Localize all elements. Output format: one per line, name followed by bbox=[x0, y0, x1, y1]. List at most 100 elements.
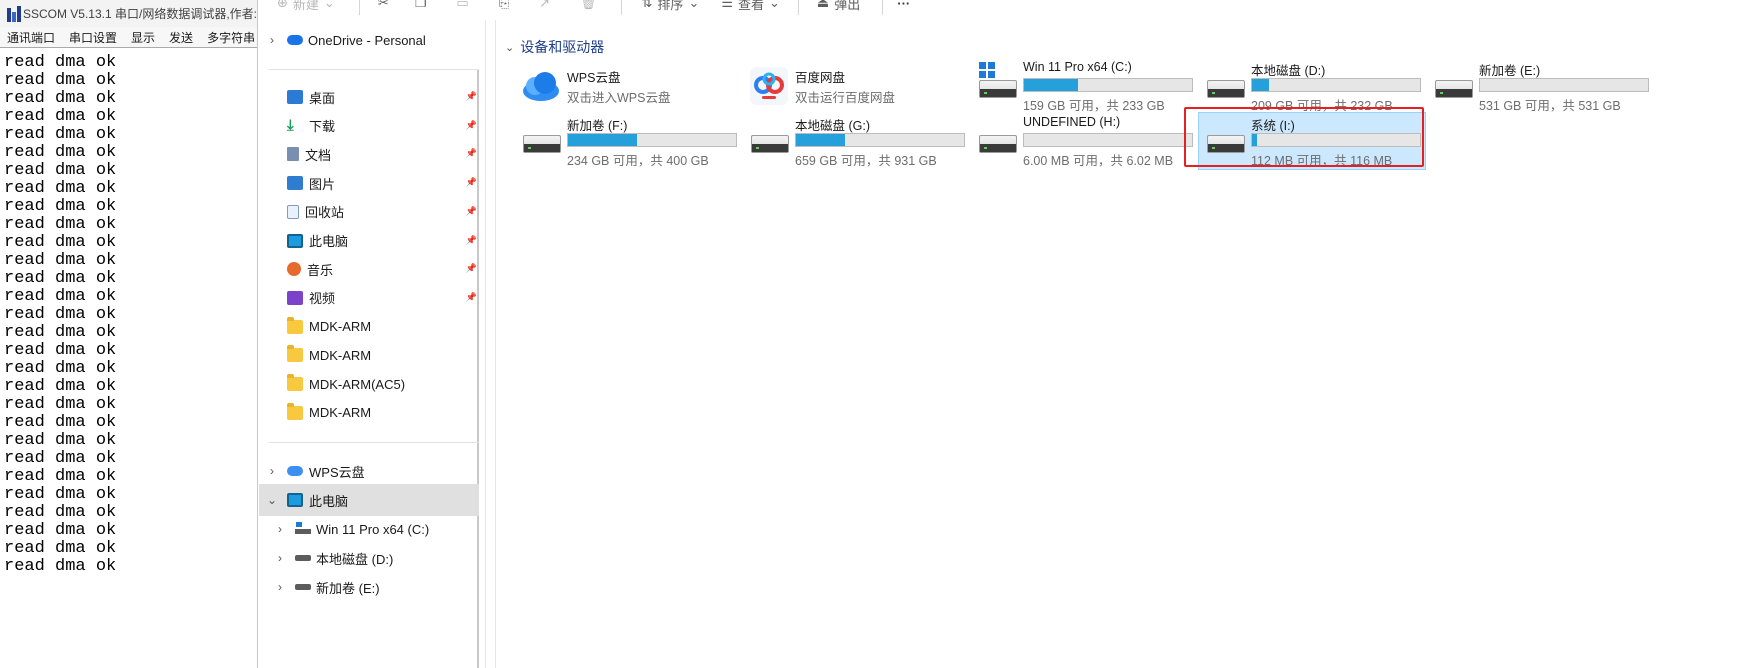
quick-access-label: 回收站 bbox=[305, 205, 345, 221]
drive-tile[interactable]: UNDEFINED (H:) 6.00 MB 可用，共 6.02 MB bbox=[971, 113, 1197, 169]
drive-tile[interactable]: 新加卷 (E:) 531 GB 可用，共 531 GB bbox=[1427, 58, 1653, 114]
chevron-right-icon: › bbox=[270, 33, 274, 47]
scissors-icon: ✂ bbox=[377, 0, 389, 10]
tile-subtitle: 双击进入WPS云盘 bbox=[567, 91, 671, 105]
nav-drive-c[interactable]: › Win 11 Pro x64 (C:) bbox=[259, 513, 479, 545]
serial-receive-area[interactable]: read dma ok read dma ok read dma ok read dm… bbox=[0, 52, 257, 668]
wps-cloud-tile[interactable]: WPS云盘 双击进入WPS云盘 bbox=[515, 58, 741, 114]
command-bar: ⊕ 新建 ⌄ ✂ ❐ ▭ ⎘ ↗ 🗑 ⇅ 排序 ⌄ ☰ 查看 ⌄ ⏏ 弹出 ··… bbox=[259, 0, 1747, 20]
quick-access-item[interactable]: 音乐 📌 bbox=[259, 253, 479, 285]
quick-access-item[interactable]: MDK-ARM(AC5) bbox=[259, 368, 479, 400]
serial-output-line: read dma ok bbox=[4, 449, 117, 468]
folder-icon bbox=[287, 316, 303, 334]
this-pc-icon bbox=[287, 493, 303, 507]
windows-drive-icon bbox=[295, 522, 311, 536]
serial-output-line: read dma ok bbox=[4, 377, 117, 396]
quick-access-label: MDK-ARM bbox=[309, 319, 372, 335]
menu-send[interactable]: 发送 bbox=[162, 29, 200, 46]
folder-icon bbox=[287, 402, 303, 420]
new-button[interactable]: ⊕ 新建 ⌄ bbox=[277, 0, 335, 13]
eject-button[interactable]: ⏏ 弹出 bbox=[817, 0, 860, 13]
drive-tile[interactable]: 本地磁盘 (D:) 209 GB 可用，共 232 GB bbox=[1199, 58, 1425, 114]
drive-tile[interactable]: Win 11 Pro x64 (C:) 159 GB 可用，共 233 GB bbox=[971, 58, 1197, 114]
serial-output-line: read dma ok bbox=[4, 305, 117, 324]
drive-free-space: 659 GB 可用，共 931 GB bbox=[795, 154, 937, 168]
quick-access-item[interactable]: 桌面 📌 bbox=[259, 81, 479, 113]
download-icon: ⤓ bbox=[287, 116, 294, 134]
drive-free-space: 234 GB 可用，共 400 GB bbox=[567, 154, 709, 168]
copy-button[interactable]: ❐ bbox=[415, 0, 427, 13]
serial-output-line: read dma ok bbox=[4, 107, 117, 126]
drive-icon bbox=[977, 121, 1017, 161]
sort-label: 排序 bbox=[657, 0, 684, 12]
serial-output-line: read dma ok bbox=[4, 179, 117, 198]
drive-tile[interactable]: 本地磁盘 (G:) 659 GB 可用，共 931 GB bbox=[743, 113, 969, 169]
drive-usage-bar bbox=[1023, 78, 1193, 92]
tile-name: WPS云盘 bbox=[567, 71, 621, 85]
drive-usage-fill bbox=[568, 134, 637, 146]
drive-usage-bar bbox=[1479, 78, 1649, 92]
cut-button[interactable]: ✂ bbox=[378, 0, 389, 13]
nav-onedrive[interactable]: › OneDrive - Personal bbox=[259, 24, 479, 56]
quick-access-item[interactable]: MDK-ARM bbox=[259, 397, 479, 429]
quick-access-item[interactable]: 视频 📌 bbox=[259, 282, 479, 314]
serial-output-line: read dma ok bbox=[4, 215, 117, 234]
chevron-right-icon: › bbox=[278, 522, 282, 536]
quick-access-item[interactable]: MDK-ARM bbox=[259, 339, 479, 371]
nav-this-pc[interactable]: ⌄ 此电脑 bbox=[259, 484, 479, 516]
serial-output-line: read dma ok bbox=[4, 521, 117, 540]
chevron-down-icon: ⌄ bbox=[769, 0, 780, 10]
view-label: 查看 bbox=[738, 0, 765, 12]
more-options-button[interactable]: ··· bbox=[897, 0, 910, 13]
pin-icon: 📌 bbox=[465, 263, 477, 274]
quick-access-item[interactable]: 此电脑 📌 bbox=[259, 225, 479, 257]
video-icon bbox=[287, 290, 303, 305]
serial-output-line: read dma ok bbox=[4, 413, 117, 432]
drive-tile[interactable]: 新加卷 (F:) 234 GB 可用，共 400 GB bbox=[515, 113, 741, 169]
new-plus-icon: ⊕ bbox=[277, 0, 288, 10]
pin-icon: 📌 bbox=[465, 148, 477, 159]
quick-access-label: 音乐 bbox=[307, 262, 334, 278]
serial-output-line: read dma ok bbox=[4, 233, 117, 252]
serial-output-line: read dma ok bbox=[4, 431, 117, 450]
drive-icon bbox=[749, 121, 789, 161]
quick-access-label: 下载 bbox=[309, 119, 336, 135]
quick-access-item[interactable]: 文档 📌 bbox=[259, 138, 479, 170]
menu-comm-port[interactable]: 通讯端口 bbox=[0, 29, 62, 46]
onedrive-cloud-icon bbox=[287, 35, 303, 45]
drive-usage-fill bbox=[796, 134, 845, 146]
quick-access-item[interactable]: 回收站 📌 bbox=[259, 196, 479, 228]
drive-icon bbox=[1205, 66, 1245, 106]
devices-section-header[interactable]: ⌄ 设备和驱动器 bbox=[505, 37, 604, 57]
menu-multi-string[interactable]: 多字符串 bbox=[200, 29, 257, 46]
menu-display[interactable]: 显示 bbox=[124, 29, 162, 46]
drive-usage-fill bbox=[1024, 79, 1078, 91]
navigation-pane: › OneDrive - Personal 桌面 📌 ⤓ 下载 📌 文档 📌 图片 📌 回收站 📌 此… bbox=[259, 20, 486, 668]
serial-output-line: read dma ok bbox=[4, 359, 117, 378]
quick-access-label: MDK-ARM bbox=[309, 347, 372, 363]
menu-serial-settings[interactable]: 串口设置 bbox=[62, 29, 124, 46]
quick-access-item[interactable]: MDK-ARM bbox=[259, 311, 479, 343]
quick-access-item[interactable]: ⤓ 下载 📌 bbox=[259, 110, 479, 142]
view-button[interactable]: ☰ 查看 ⌄ bbox=[721, 0, 780, 13]
hard-drive-icon bbox=[751, 135, 789, 153]
sort-button[interactable]: ⇅ 排序 ⌄ bbox=[642, 0, 700, 13]
quick-access-label: 此电脑 bbox=[309, 234, 349, 249]
wps-cloud-icon bbox=[523, 72, 559, 101]
document-icon bbox=[287, 147, 299, 162]
paste-button[interactable]: ▭ bbox=[456, 0, 468, 13]
baidu-netdisk-tile[interactable]: 百度网盘 双击运行百度网盘 bbox=[743, 58, 969, 114]
chevron-down-icon: ⌄ bbox=[266, 493, 278, 507]
serial-output-line: read dma ok bbox=[4, 71, 117, 90]
nav-drive-d-label: 本地磁盘 (D:) bbox=[316, 551, 394, 567]
nav-wps-cloud[interactable]: › WPS云盘 bbox=[259, 455, 479, 487]
nav-drive-d[interactable]: › 本地磁盘 (D:) bbox=[259, 542, 479, 574]
share-button[interactable]: ↗ bbox=[539, 0, 550, 13]
quick-access-item[interactable]: 图片 📌 bbox=[259, 167, 479, 199]
delete-button[interactable]: 🗑 bbox=[580, 0, 597, 13]
drive-name: Win 11 Pro x64 (C:) bbox=[1023, 60, 1132, 74]
tile-name: 百度网盘 bbox=[795, 71, 846, 85]
chevron-down-icon: ⌄ bbox=[323, 0, 335, 10]
rename-button[interactable]: ⎘ bbox=[499, 0, 509, 13]
nav-drive-e[interactable]: › 新加卷 (E:) bbox=[259, 571, 479, 603]
